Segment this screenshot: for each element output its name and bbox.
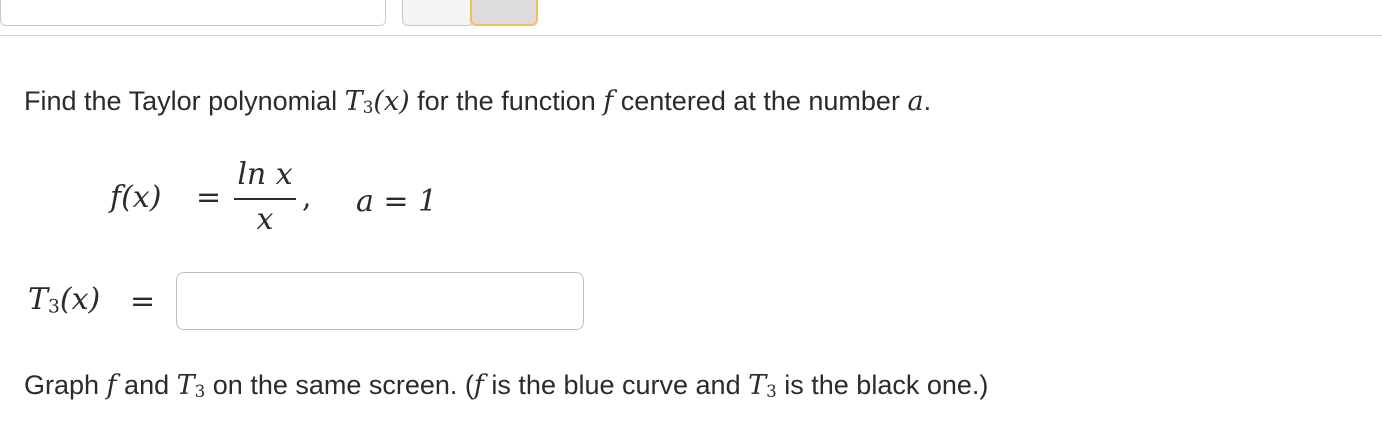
prompt-end: . — [923, 86, 932, 116]
graph-instruction: Graph f and T3 on the same screen. (f is… — [24, 370, 988, 401]
function-lhs: f(x) — [110, 180, 162, 215]
graph-t2-symbol: T — [748, 370, 767, 401]
center-symbol: a — [907, 86, 924, 117]
fraction: ln x x — [234, 158, 296, 240]
graph-text-2: and — [116, 370, 177, 400]
prompt-text-start: Find the Taylor polynomial — [24, 86, 345, 116]
graph-text-4: is the blue curve and — [483, 370, 749, 400]
equals-sign: = — [196, 180, 222, 215]
graph-t-symbol: T — [176, 370, 195, 401]
center-value: a = 1 — [356, 184, 438, 219]
function-symbol: f — [603, 86, 614, 117]
toolbar-button[interactable] — [402, 0, 474, 26]
answer-index: 3 — [48, 296, 60, 318]
answer-arg: (x) — [59, 282, 101, 317]
taylor-polynomial-input[interactable] — [176, 272, 584, 330]
prompt-text-after: centered at the number — [613, 86, 908, 116]
poly-index: 3 — [362, 97, 374, 117]
answer-equals: = — [130, 284, 156, 319]
poly-arg: (x) — [373, 86, 410, 117]
graph-f-symbol: f — [106, 370, 117, 401]
graph-f2-symbol: f — [473, 370, 484, 401]
graph-t2-index: 3 — [766, 381, 777, 401]
graph-text-3: on the same screen. ( — [205, 370, 474, 400]
question-prompt: Find the Taylor polynomial T3(x) for the… — [24, 86, 931, 117]
answer-symbol: T — [28, 282, 49, 317]
separator-comma: , — [302, 180, 312, 215]
graph-text-1: Graph — [24, 370, 107, 400]
answer-lhs: T3(x) — [28, 282, 100, 317]
prompt-text-middle: for the function — [409, 86, 604, 116]
poly-symbol: T — [344, 86, 363, 117]
graph-text-5: is the black one.) — [776, 370, 989, 400]
fraction-numerator: ln x — [237, 157, 293, 192]
function-definition: f(x) = ln x x , a = 1 — [110, 158, 490, 248]
toolbar-button-active[interactable] — [470, 0, 538, 26]
fraction-denominator: x — [256, 202, 274, 237]
previous-answer-field[interactable] — [0, 0, 386, 26]
graph-t-index: 3 — [194, 381, 206, 401]
section-divider — [0, 35, 1382, 36]
